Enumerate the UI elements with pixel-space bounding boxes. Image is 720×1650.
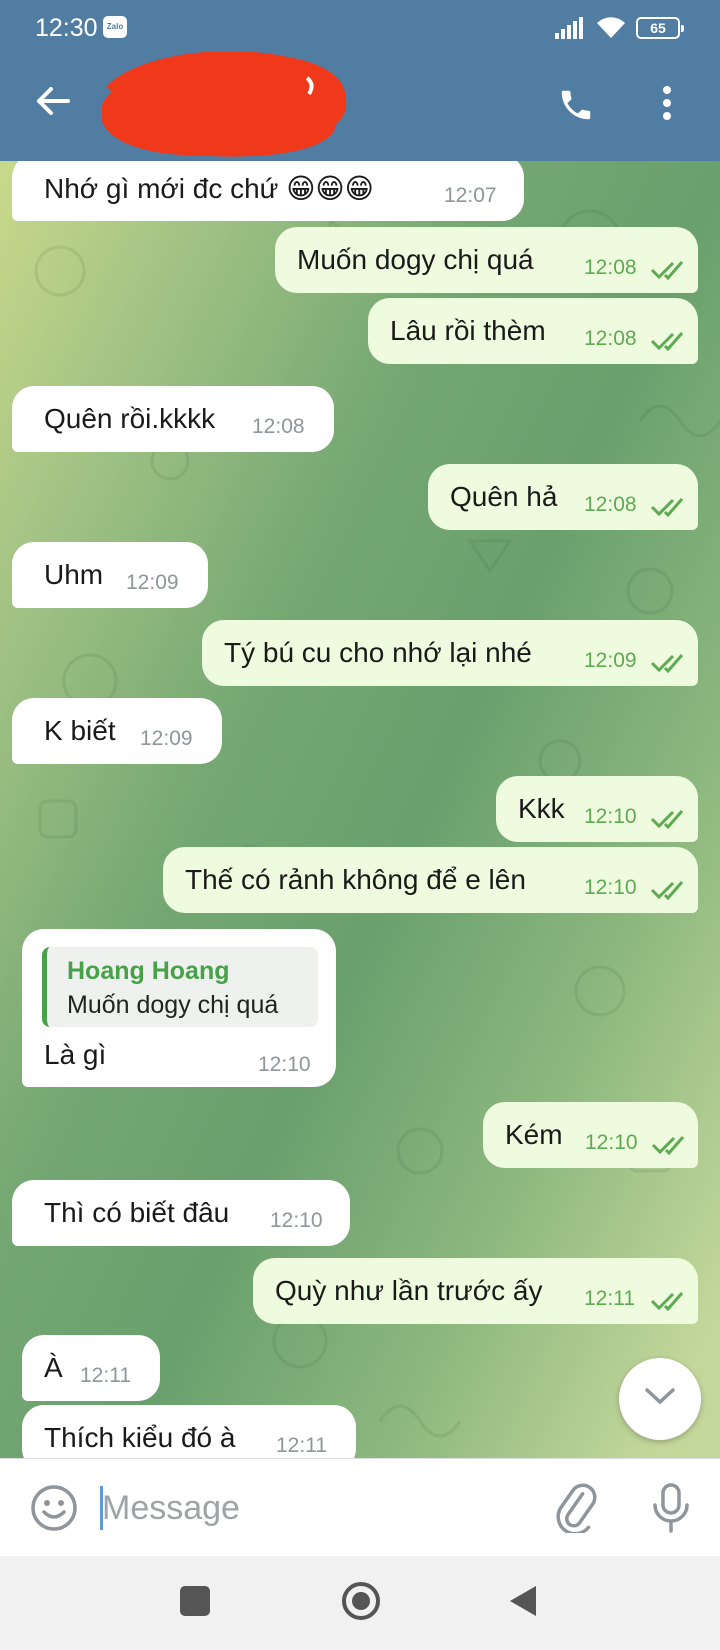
message-time: 12:08 <box>584 256 637 279</box>
outgoing-message[interactable]: Thế có rảnh không để e lên 12:10 <box>163 847 698 913</box>
message-time: 12:10 <box>584 876 637 899</box>
message-text: Thích kiểu đó à <box>44 1422 236 1453</box>
message-time: 12:10 <box>270 1209 323 1232</box>
signal-icon <box>555 17 583 39</box>
message-time: 12:11 <box>276 1434 327 1457</box>
message-text: Muốn dogy chị quá <box>297 244 534 275</box>
message-time: 12:07 <box>444 184 497 207</box>
chat-header: 12:30 Zalo 65 <box>0 0 720 161</box>
message-text: Kkk <box>518 793 565 824</box>
message-time: 12:08 <box>584 493 637 516</box>
phone-icon[interactable] <box>557 86 595 124</box>
incoming-message[interactable]: Thì có biết đâu 12:10 <box>12 1180 350 1246</box>
message-text: K biết <box>44 715 116 746</box>
chat-title[interactable] <box>102 52 357 162</box>
message-input-bar <box>0 1458 720 1556</box>
incoming-message[interactable]: Thích kiểu đó à 12:11 <box>22 1405 356 1458</box>
message-text: Thì có biết đâu <box>44 1197 230 1228</box>
message-time: 12:11 <box>584 1287 635 1310</box>
read-ticks-icon <box>650 332 684 351</box>
message-text: Quên hả <box>450 481 558 512</box>
message-time: 12:08 <box>584 327 637 350</box>
message-time: 12:09 <box>140 727 193 750</box>
message-time: 12:10 <box>585 1131 638 1154</box>
read-ticks-icon <box>650 498 684 517</box>
message-text: Kém <box>505 1119 563 1150</box>
message-text: Thế có rảnh không để e lên <box>185 864 526 895</box>
scroll-down-button[interactable] <box>619 1358 701 1440</box>
incoming-message[interactable]: K biết 12:09 <box>12 698 222 764</box>
message-text: Nhớ gì mới đc chứ 😁😁😁 <box>44 173 374 204</box>
incoming-message[interactable]: Quên rồi.kkkk 12:08 <box>12 386 334 452</box>
message-time: 12:08 <box>252 415 305 438</box>
message-time: 12:09 <box>584 649 637 672</box>
outgoing-message[interactable]: Lâu rồi thèm 12:08 <box>368 298 698 364</box>
message-text: Là gì <box>44 1039 107 1070</box>
wifi-icon <box>597 17 625 38</box>
incoming-message[interactable]: Uhm 12:09 <box>12 542 208 608</box>
message-text: À <box>44 1352 63 1383</box>
incoming-message[interactable]: À 12:11 <box>22 1335 160 1401</box>
read-ticks-icon <box>650 261 684 280</box>
outgoing-message[interactable]: Quỳ như lần trước ấy 12:11 <box>253 1258 698 1324</box>
quoted-message[interactable]: Hoang Hoang Muốn dogy chị quá <box>42 947 318 1027</box>
message-input[interactable] <box>102 1481 502 1535</box>
read-ticks-icon <box>650 1292 684 1311</box>
chat-area[interactable]: Nhớ gì mới đc chứ 😁😁😁 12:07 Muốn dogy ch… <box>0 161 720 1458</box>
message-text: Uhm <box>44 559 104 590</box>
system-navigation-bar <box>0 1556 720 1650</box>
system-back-button[interactable] <box>508 1584 538 1618</box>
message-text: Quỳ như lần trước ấy <box>275 1275 543 1306</box>
message-time: 12:09 <box>126 571 179 594</box>
chevron-down-icon <box>645 1388 675 1405</box>
redaction-scribble <box>102 52 347 157</box>
message-text: Tý bú cu cho nhớ lại nhé <box>224 637 532 668</box>
back-arrow-icon[interactable] <box>36 86 70 116</box>
zalo-notification-icon: Zalo <box>103 16 127 38</box>
status-bar: 12:30 Zalo 65 <box>0 0 720 56</box>
attach-icon[interactable] <box>555 1483 599 1533</box>
recent-apps-button[interactable] <box>180 1586 210 1616</box>
home-button[interactable] <box>342 1582 380 1620</box>
quoted-sender-name: Hoang Hoang <box>67 957 230 985</box>
read-ticks-icon <box>650 881 684 900</box>
outgoing-message[interactable]: Kém 12:10 <box>483 1102 698 1168</box>
message-time: 12:11 <box>80 1364 131 1387</box>
battery-icon: 65 <box>636 17 684 39</box>
message-text: Quên rồi.kkkk <box>44 403 216 434</box>
emoji-icon[interactable] <box>30 1484 78 1532</box>
microphone-icon[interactable] <box>652 1483 690 1533</box>
outgoing-message[interactable]: Kkk 12:10 <box>496 776 698 842</box>
incoming-reply-message[interactable]: Hoang Hoang Muốn dogy chị quá Là gì 12:1… <box>22 929 336 1087</box>
outgoing-message[interactable]: Tý bú cu cho nhớ lại nhé 12:09 <box>202 620 698 686</box>
more-vert-icon[interactable] <box>662 86 672 120</box>
read-ticks-icon <box>650 654 684 673</box>
read-ticks-icon <box>651 1136 685 1155</box>
quoted-text: Muốn dogy chị quá <box>67 991 279 1019</box>
message-time: 12:10 <box>258 1053 311 1076</box>
read-ticks-icon <box>650 810 684 829</box>
outgoing-message[interactable]: Muốn dogy chị quá 12:08 <box>275 227 698 293</box>
status-time: 12:30 <box>35 14 98 42</box>
message-text: Lâu rồi thèm <box>390 315 546 346</box>
message-time: 12:10 <box>584 805 637 828</box>
battery-level: 65 <box>650 20 666 36</box>
outgoing-message[interactable]: Quên hả 12:08 <box>428 464 698 530</box>
incoming-message[interactable]: Nhớ gì mới đc chứ 😁😁😁 12:07 <box>12 161 524 221</box>
